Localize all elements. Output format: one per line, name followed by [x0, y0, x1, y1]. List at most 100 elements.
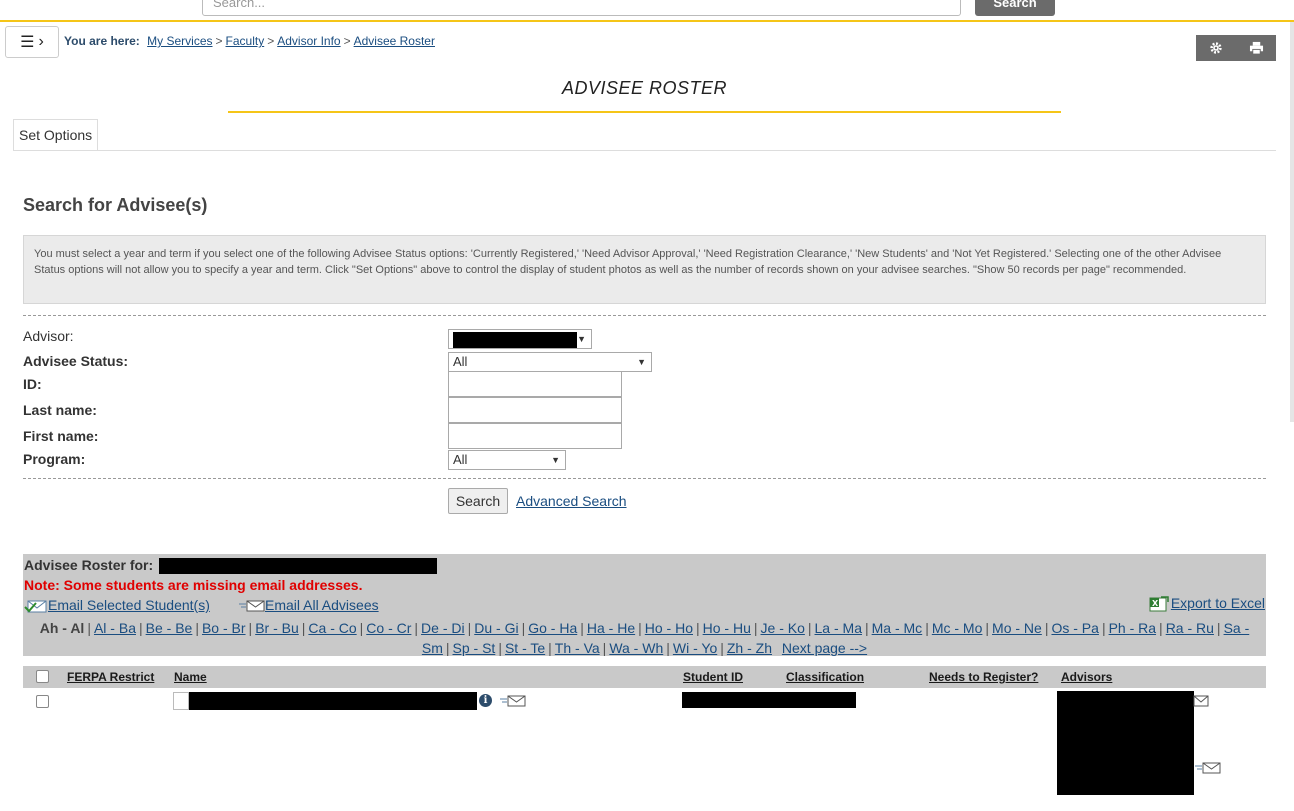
id-label: ID: — [23, 376, 42, 392]
email-icon — [239, 600, 265, 612]
redacted-advisor-name — [453, 331, 577, 348]
alpha-page-link[interactable]: Wa - Wh — [609, 640, 663, 656]
site-search-button[interactable]: Search — [975, 0, 1055, 16]
advisee-status-label: Advisee Status: — [23, 353, 129, 369]
breadcrumb-advisee-roster[interactable]: Advisee Roster — [354, 34, 435, 48]
first-name-input[interactable] — [448, 423, 622, 449]
alpha-page-link[interactable]: Ph - Ra — [1109, 620, 1156, 636]
email-advisor-icon[interactable] — [1193, 695, 1209, 710]
alpha-page-link[interactable]: Bo - Br — [202, 620, 246, 636]
id-input[interactable] — [448, 371, 622, 397]
roster-for-label: Advisee Roster for: — [24, 557, 438, 575]
redacted-advisors — [1057, 691, 1194, 795]
breadcrumb: You are here: My Services > Faculty > Adviso… — [64, 34, 435, 48]
advisor-select[interactable]: ▼ — [448, 329, 592, 349]
alpha-page-link[interactable]: Co - Cr — [366, 620, 411, 636]
program-value: All — [453, 452, 468, 467]
advanced-search-link[interactable]: Advanced Search — [516, 493, 627, 509]
last-name-input[interactable] — [448, 397, 622, 423]
student-photo — [173, 692, 189, 710]
gear-icon[interactable] — [1196, 35, 1236, 61]
alpha-page-link[interactable]: Ho - Hu — [703, 620, 751, 636]
email-student-icon[interactable] — [500, 695, 526, 710]
alpha-page-link[interactable]: Ha - He — [587, 620, 635, 636]
breadcrumb-faculty[interactable]: Faculty — [226, 34, 265, 48]
svg-text:X: X — [1152, 599, 1159, 608]
student-name-cell — [173, 692, 477, 710]
alpha-page-link[interactable]: Al - Ba — [94, 620, 136, 636]
alpha-page-link[interactable]: St - Te — [505, 640, 545, 656]
excel-icon: X — [1149, 596, 1169, 612]
info-icon[interactable]: i — [479, 694, 492, 707]
header-needs-register[interactable]: Needs to Register? — [929, 670, 1038, 684]
alpha-page-link[interactable]: Go - Ha — [528, 620, 577, 636]
alpha-page-link[interactable]: Mo - Ne — [992, 620, 1042, 636]
scrollbar[interactable] — [1290, 22, 1294, 422]
first-name-label: First name: — [23, 428, 99, 444]
form-divider-top — [23, 315, 1266, 316]
tab-divider — [13, 150, 1276, 151]
email-all-link[interactable]: Email All Advisees — [239, 597, 379, 613]
alpha-page-link[interactable]: Ra - Ru — [1166, 620, 1214, 636]
alpha-page-link[interactable]: Ho - Ho — [645, 620, 693, 636]
row-checkbox[interactable] — [36, 695, 49, 708]
breadcrumb-my-services[interactable]: My Services — [147, 34, 212, 48]
alpha-page-link[interactable]: Wi - Yo — [673, 640, 717, 656]
advisor-label: Advisor: — [23, 328, 74, 344]
alpha-page-link[interactable]: Be - Be — [146, 620, 193, 636]
title-underline — [228, 111, 1061, 113]
alpha-page-link[interactable]: Ca - Co — [308, 620, 356, 636]
alpha-page-link[interactable]: Mc - Mo — [932, 620, 983, 636]
advisee-status-value: All — [453, 354, 468, 369]
page-tools — [1196, 35, 1276, 61]
header-ferpa[interactable]: FERPA Restrict — [67, 670, 154, 684]
program-label: Program: — [23, 451, 86, 467]
alpha-page-link[interactable]: Th - Va — [555, 640, 600, 656]
site-search-input[interactable]: Search... — [202, 0, 961, 16]
alpha-page-link[interactable]: La - Ma — [815, 620, 862, 636]
breadcrumb-label: You are here: — [64, 34, 140, 48]
advisee-status-select[interactable]: All ▼ — [448, 352, 652, 372]
chevron-down-icon: ▼ — [637, 357, 646, 367]
alpha-page-link[interactable]: Os - Pa — [1051, 620, 1098, 636]
missing-email-note: Note: Some students are missing email ad… — [24, 577, 363, 593]
email-advisor-icon[interactable] — [1195, 762, 1221, 777]
print-icon[interactable] — [1236, 35, 1276, 61]
alpha-page-link[interactable]: De - Di — [421, 620, 465, 636]
chevron-right-icon: › — [38, 33, 44, 50]
header-name[interactable]: Name — [174, 670, 207, 684]
search-heading: Search for Advisee(s) — [23, 195, 208, 215]
search-instructions: You must select a year and term if you s… — [23, 235, 1266, 304]
breadcrumb-advisor-info[interactable]: Advisor Info — [277, 34, 340, 48]
tab-set-options[interactable]: Set Options — [13, 119, 99, 151]
alpha-page-link[interactable]: Ma - Mc — [872, 620, 923, 636]
chevron-down-icon: ▼ — [577, 334, 586, 344]
redacted-student-name[interactable] — [189, 692, 477, 710]
email-selected-link[interactable]: Email Selected Student(s) — [24, 597, 210, 613]
email-check-icon — [24, 600, 47, 613]
program-select[interactable]: All ▼ — [448, 450, 566, 470]
page-title: ADVISEE ROSTER — [561, 78, 728, 98]
top-search-bar: Search... Search — [0, 0, 1294, 22]
form-divider-bottom — [23, 478, 1266, 479]
roster-table-header: FERPA Restrict Name Student ID Classific… — [23, 666, 1266, 688]
header-student-id[interactable]: Student ID — [683, 670, 743, 684]
export-excel-link[interactable]: X Export to Excel — [1147, 595, 1265, 612]
last-name-label: Last name: — [23, 402, 97, 418]
next-page-link[interactable]: Next page --> — [782, 640, 867, 656]
alpha-page-link[interactable]: Br - Bu — [255, 620, 299, 636]
header-advisors[interactable]: Advisors — [1061, 670, 1112, 684]
alpha-page-current: Ah - Al — [39, 620, 85, 636]
alpha-page-link[interactable]: Du - Gi — [474, 620, 518, 636]
search-button[interactable]: Search — [448, 488, 508, 514]
chevron-down-icon: ▼ — [551, 455, 560, 465]
roster-panel: Advisee Roster for: Note: Some students … — [23, 554, 1266, 656]
header-classification[interactable]: Classification — [786, 670, 864, 684]
alpha-page-link[interactable]: Sp - St — [453, 640, 496, 656]
select-all-checkbox[interactable] — [36, 670, 49, 683]
menu-toggle-button[interactable]: ☰ › — [5, 26, 59, 58]
alphabet-pager: Ah - Al | Al - Ba | Be - Be | Bo - Br | Br - Bu |… — [39, 620, 1250, 656]
redacted-advisor — [159, 558, 438, 575]
alpha-page-link[interactable]: Je - Ko — [761, 620, 805, 636]
alpha-page-link[interactable]: Zh - Zh — [727, 640, 772, 656]
